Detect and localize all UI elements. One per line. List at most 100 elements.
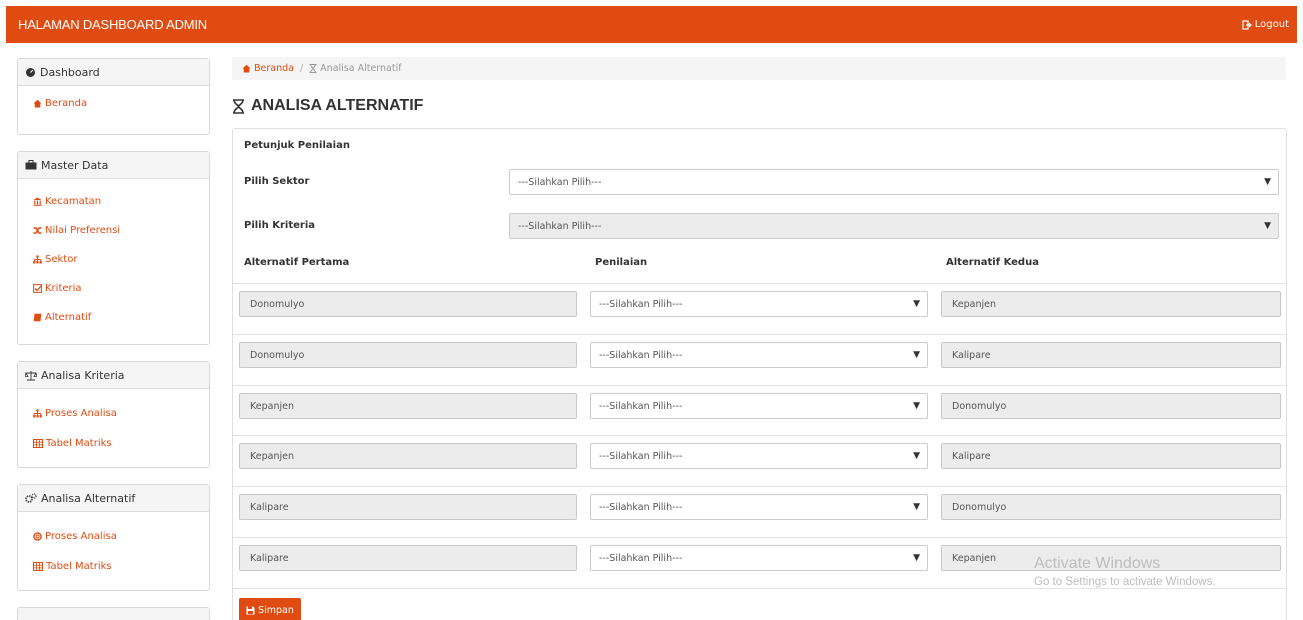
rating-select[interactable]: ---Silahkan Pilih--- ▼: [590, 494, 928, 520]
save-button-label: Simpan: [258, 604, 294, 616]
row-divider: [233, 588, 1286, 589]
sidebar-item-beranda[interactable]: Beranda: [33, 95, 209, 124]
save-button[interactable]: Simpan: [239, 598, 301, 620]
first-alternative-field[interactable]: Kepanjen: [239, 443, 577, 469]
second-alternative-field[interactable]: Kalipare: [941, 443, 1281, 469]
sidebar-item-label: Tabel Matriks: [46, 437, 112, 449]
sitemap-icon: [33, 255, 42, 264]
analysis-form-card: Petunjuk Penilaian Pilih Sektor ---Silah…: [232, 128, 1287, 620]
chevron-down-icon: ▼: [913, 299, 920, 309]
second-alternative-field[interactable]: Kepanjen: [941, 291, 1281, 317]
chevron-down-icon: ▼: [1264, 177, 1271, 187]
breadcrumb-current: Analisa Alternatif: [309, 63, 402, 74]
first-alternative-field[interactable]: Kepanjen: [239, 393, 577, 419]
sidebar-item-tabel-matriks[interactable]: Tabel Matriks: [33, 434, 209, 464]
sidebar-item-sektor[interactable]: Sektor: [33, 251, 209, 280]
second-alternative-field[interactable]: Donomulyo: [941, 494, 1281, 520]
breadcrumb-home-link[interactable]: Beranda: [242, 63, 294, 74]
sidebar-item-label: Beranda: [45, 98, 88, 109]
sidebar-item-label: Sektor: [45, 254, 78, 265]
page-title: ANALISA ALTERNATIF: [232, 97, 423, 115]
breadcrumb-home-label: Beranda: [254, 63, 294, 74]
sign-out-icon: [1242, 19, 1252, 30]
panel-heading: Analisa Kriteria: [18, 362, 209, 389]
column-header-first: Alternatif Pertama: [244, 257, 350, 268]
sidebar-panel-analisa-alternatif: Analisa Alternatif Proses Analisa Tabel …: [17, 484, 210, 591]
hourglass-icon: [233, 98, 244, 114]
first-alternative-field[interactable]: Kalipare: [239, 545, 577, 571]
hourglass-icon: [309, 64, 317, 73]
rating-select[interactable]: ---Silahkan Pilih--- ▼: [590, 443, 928, 469]
panel-title: Dashboard: [40, 65, 100, 79]
floppy-disk-icon: [246, 606, 255, 614]
balance-scale-icon: [25, 370, 37, 380]
criteria-select[interactable]: ---Silahkan Pilih--- ▼: [509, 213, 1279, 239]
page-title-text: ANALISA ALTERNATIF: [251, 97, 424, 114]
life-ring-icon: [33, 531, 42, 541]
sidebar-item-label: Nilai Preferensi: [45, 225, 121, 236]
guide-label: Petunjuk Penilaian: [244, 140, 350, 151]
sidebar-panel-dashboard: Dashboard Beranda: [17, 58, 210, 135]
criteria-label: Pilih Kriteria: [244, 220, 315, 231]
sidebar-item-kecamatan[interactable]: Kecamatan: [33, 193, 209, 222]
rating-select[interactable]: ---Silahkan Pilih--- ▼: [590, 291, 928, 317]
breadcrumb-separator: /: [299, 63, 304, 74]
sidebar-item-nilai-preferensi[interactable]: Nilai Preferensi: [33, 222, 209, 251]
sidebar-item-tabel-matriks-alternatif[interactable]: Tabel Matriks: [33, 557, 209, 587]
panel-heading: Analisa Alternatif: [18, 485, 209, 512]
sector-select-value: ---Silahkan Pilih---: [518, 176, 602, 188]
sidebar-item-proses-analisa-alternatif[interactable]: Proses Analisa: [33, 527, 209, 557]
logout-link[interactable]: Logout: [1242, 19, 1289, 30]
rating-select[interactable]: ---Silahkan Pilih--- ▼: [590, 393, 928, 419]
first-alternative-field[interactable]: Donomulyo: [239, 342, 577, 368]
breadcrumb-current-label: Analisa Alternatif: [320, 63, 402, 74]
sidebar-item-label: Tabel Matriks: [46, 560, 112, 572]
sidebar-item-label: Proses Analisa: [45, 407, 117, 419]
row-divider: [233, 385, 1286, 386]
sidebar-item-kriteria[interactable]: Kriteria: [33, 280, 209, 309]
sector-label: Pilih Sektor: [244, 176, 310, 187]
panel-heading: Dashboard: [18, 59, 209, 86]
sidebar-item-label: Proses Analisa: [45, 530, 117, 542]
chevron-down-icon: ▼: [913, 401, 920, 411]
watermark-line-2: Go to Settings to activate Windows.: [1034, 576, 1216, 588]
sidebar-panel-master-data: Master Data Kecamatan Nilai Preferensi S…: [17, 151, 210, 345]
second-alternative-field[interactable]: Donomulyo: [941, 393, 1281, 419]
sector-select[interactable]: ---Silahkan Pilih--- ▼: [509, 169, 1279, 195]
second-alternative-field[interactable]: Kalipare: [941, 342, 1281, 368]
chevron-down-icon: ▼: [913, 553, 920, 563]
sidebar-item-proses-analisa[interactable]: Proses Analisa: [33, 404, 209, 434]
chevron-down-icon: ▼: [913, 502, 920, 512]
table-icon: [33, 438, 43, 448]
logout-label: Logout: [1254, 19, 1289, 30]
chevron-down-icon: ▼: [913, 350, 920, 360]
rating-select-value: ---Silahkan Pilih---: [599, 501, 683, 513]
panel-title: Analisa Alternatif: [41, 491, 136, 505]
watermark-line-1: Activate Windows: [1034, 555, 1161, 572]
sidebar-item-alternatif[interactable]: Alternatif: [33, 309, 209, 338]
top-navbar: HALAMAN DASHBOARD ADMIN Logout: [6, 6, 1297, 43]
sidebar-panel-next: [17, 607, 210, 620]
sidebar-item-label: Kecamatan: [45, 196, 102, 207]
home-icon: [33, 99, 42, 108]
row-divider: [233, 283, 1286, 284]
windows-activation-watermark: Activate Windows Go to Settings to activ…: [1034, 555, 1216, 588]
row-divider: [233, 486, 1286, 487]
brand-title[interactable]: HALAMAN DASHBOARD ADMIN: [18, 17, 207, 32]
book-icon: [33, 313, 42, 322]
sidebar-item-label: Kriteria: [45, 283, 82, 294]
rating-select-value: ---Silahkan Pilih---: [599, 349, 683, 361]
first-alternative-field[interactable]: Donomulyo: [239, 291, 577, 317]
rating-select[interactable]: ---Silahkan Pilih--- ▼: [590, 342, 928, 368]
panel-heading: Master Data: [18, 152, 209, 179]
row-divider: [233, 435, 1286, 436]
first-alternative-field[interactable]: Kalipare: [239, 494, 577, 520]
rating-select[interactable]: ---Silahkan Pilih--- ▼: [590, 545, 928, 571]
rating-select-value: ---Silahkan Pilih---: [599, 400, 683, 412]
rating-select-value: ---Silahkan Pilih---: [599, 552, 683, 564]
column-header-rating: Penilaian: [595, 257, 648, 268]
table-icon: [33, 561, 43, 571]
check-square-icon: [33, 284, 42, 293]
chevron-down-icon: ▼: [1264, 221, 1271, 231]
sidebar-item-label: Alternatif: [45, 312, 92, 323]
